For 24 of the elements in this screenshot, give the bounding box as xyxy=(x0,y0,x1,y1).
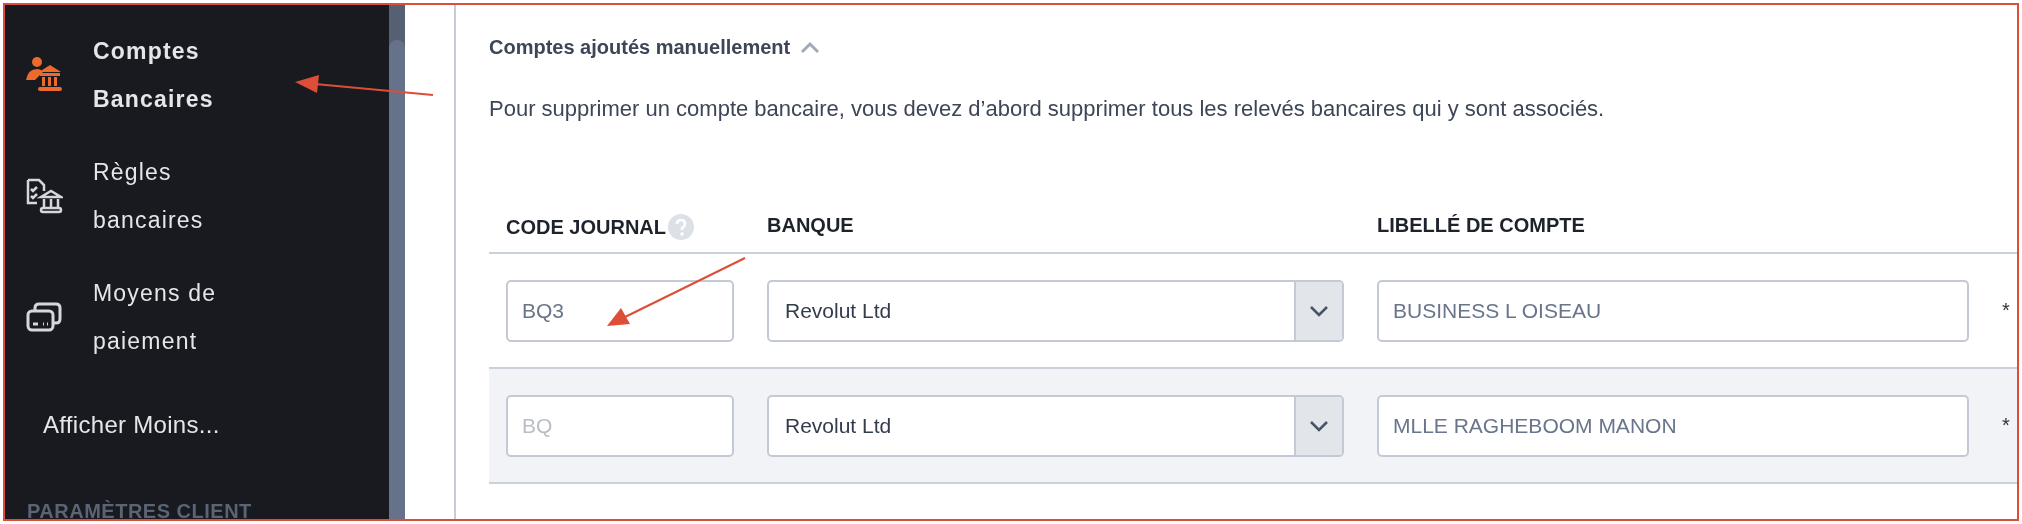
column-header: LIBELLÉ DE COMPTE xyxy=(1377,214,1585,237)
sidebar-item[interactable]: Afficher Moins... xyxy=(5,377,389,473)
account-label-field[interactable]: MLLE RAGHEBOOM MANON xyxy=(1377,394,1969,457)
checklist-bank-icon xyxy=(25,176,63,215)
bank-select[interactable]: Revolut Ltd xyxy=(767,279,1344,342)
column-header: BANQUE xyxy=(767,214,854,237)
section-title: Comptes ajoutés manuellement xyxy=(489,36,791,59)
caret-icon xyxy=(1309,304,1329,317)
journal-code-field[interactable]: BQ3 xyxy=(506,279,734,342)
journal-code-field[interactable]: BQ xyxy=(506,394,734,457)
table-cell: * xyxy=(2002,414,2010,436)
collapse-chevron-icon[interactable] xyxy=(800,40,821,55)
column-header: CODE JOURNAL xyxy=(506,215,666,239)
sidebar-item[interactable]: Comptes Bancaires xyxy=(5,14,389,135)
table-cell: * xyxy=(2002,299,2010,321)
section-heading: PARAMÈTRES CLIENT xyxy=(26,499,253,519)
help-icon[interactable] xyxy=(668,214,694,240)
caret-icon xyxy=(1309,419,1329,432)
bank-select[interactable]: Revolut Ltd xyxy=(767,394,1344,457)
people-bank-icon xyxy=(25,55,63,94)
description-text: Pour supprimer un compte bancaire, vous devez d’abord supprimer tous les relevés bancaires qui y sont associés. xyxy=(489,96,1606,122)
sidebar-item[interactable]: Règles bancaires xyxy=(5,135,389,256)
sidebar-item[interactable]: Moyens de paiement xyxy=(5,256,389,377)
account-label-field[interactable]: BUSINESS L OISEAU xyxy=(1377,279,1969,342)
